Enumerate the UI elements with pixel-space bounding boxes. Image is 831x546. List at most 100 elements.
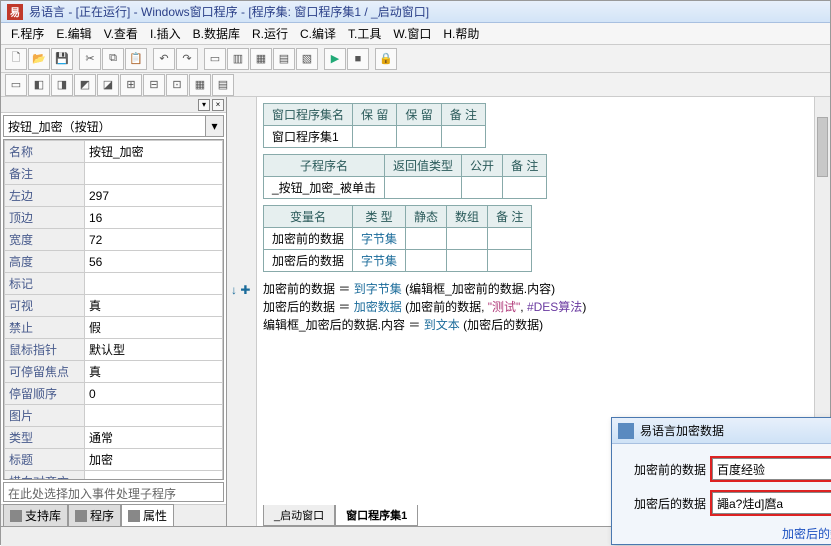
dialog-titlebar[interactable]: 易语言加密数据 ✕ bbox=[612, 418, 831, 444]
tb2-3-icon[interactable]: ◨ bbox=[51, 74, 73, 96]
menu-tool[interactable]: T.工具 bbox=[344, 23, 385, 44]
tab-props[interactable]: 属性 bbox=[121, 504, 174, 526]
prop-row[interactable]: 鼠标指针默认型 bbox=[5, 339, 223, 361]
prop-value[interactable] bbox=[85, 163, 223, 185]
left-tabs: 支持库 程序 属性 bbox=[1, 504, 226, 526]
prop-value[interactable]: 297 bbox=[85, 185, 223, 207]
tb2-4-icon[interactable]: ◩ bbox=[74, 74, 96, 96]
prop-value[interactable]: 按钮_加密 bbox=[85, 141, 223, 163]
prop-row[interactable]: 标记 bbox=[5, 273, 223, 295]
prop-name: 宽度 bbox=[5, 229, 85, 251]
save-icon[interactable]: 💾 bbox=[51, 48, 73, 70]
prop-row[interactable]: 宽度72 bbox=[5, 229, 223, 251]
prop-value[interactable]: 真 bbox=[85, 295, 223, 317]
tab-start-window[interactable]: _启动窗口 bbox=[263, 505, 335, 526]
stop-icon[interactable]: ■ bbox=[347, 48, 369, 70]
tb2-10-icon[interactable]: ▤ bbox=[212, 74, 234, 96]
prop-value[interactable]: 假 bbox=[85, 317, 223, 339]
prop-row[interactable]: 禁止假 bbox=[5, 317, 223, 339]
tb2-5-icon[interactable]: ◪ bbox=[97, 74, 119, 96]
prop-name: 图片 bbox=[5, 405, 85, 427]
prop-value[interactable]: 56 bbox=[85, 251, 223, 273]
menu-db[interactable]: B.数据库 bbox=[189, 23, 244, 44]
dialog-title: 易语言加密数据 bbox=[640, 422, 724, 439]
run-icon[interactable]: ▶ bbox=[324, 48, 346, 70]
toolbar-1: 🗋 📂 💾 ✂ ⧉ 📋 ↶ ↷ ▭ ▥ ▦ ▤ ▧ ▶ ■ 🔒 bbox=[1, 45, 830, 73]
menu-compile[interactable]: C.编译 bbox=[296, 23, 340, 44]
table-assembly[interactable]: 窗口程序集名保 留保 留备 注 窗口程序集1 bbox=[263, 103, 486, 148]
prop-row[interactable]: 类型通常 bbox=[5, 427, 223, 449]
cut-icon[interactable]: ✂ bbox=[79, 48, 101, 70]
copy-icon[interactable]: ⧉ bbox=[102, 48, 124, 70]
menu-help[interactable]: H.帮助 bbox=[439, 23, 483, 44]
paste-icon[interactable]: 📋 bbox=[125, 48, 147, 70]
open-icon[interactable]: 📂 bbox=[28, 48, 50, 70]
menu-run[interactable]: R.运行 bbox=[248, 23, 292, 44]
app-icon: 易 bbox=[7, 4, 23, 20]
prop-value[interactable]: 16 bbox=[85, 207, 223, 229]
prop-row[interactable]: 可停留焦点真 bbox=[5, 361, 223, 383]
prop-row[interactable]: 标题加密 bbox=[5, 449, 223, 471]
tab-assembly1[interactable]: 窗口程序集1 bbox=[335, 505, 418, 526]
panel4-icon[interactable]: ▧ bbox=[296, 48, 318, 70]
pin-icon[interactable]: ▾ bbox=[198, 99, 210, 111]
menubar: F.程序 E.编辑 V.查看 I.插入 B.数据库 R.运行 C.编译 T.工具… bbox=[1, 23, 830, 45]
prop-row[interactable]: 横向对齐方式居中 bbox=[5, 471, 223, 481]
menu-insert[interactable]: I.插入 bbox=[146, 23, 185, 44]
tab-support[interactable]: 支持库 bbox=[3, 504, 68, 526]
new-icon[interactable]: 🗋 bbox=[5, 48, 27, 70]
tb2-8-icon[interactable]: ⊡ bbox=[166, 74, 188, 96]
code-block[interactable]: 加密前的数据 ＝ 到字节集 (编辑框_加密前的数据.内容) 加密后的数据 ＝ 加… bbox=[263, 280, 824, 334]
gutter: ↓ ✚ bbox=[227, 97, 257, 526]
tab-program[interactable]: 程序 bbox=[68, 504, 121, 526]
prop-value[interactable]: 居中 bbox=[85, 471, 223, 481]
prop-row[interactable]: 停留顺序0 bbox=[5, 383, 223, 405]
prop-value[interactable]: 真 bbox=[85, 361, 223, 383]
tb2-1-icon[interactable]: ▭ bbox=[5, 74, 27, 96]
panel3-icon[interactable]: ▤ bbox=[273, 48, 295, 70]
event-hint[interactable]: 在此处选择加入事件处理子程序 bbox=[3, 482, 224, 502]
object-selector[interactable]: ▾ bbox=[3, 115, 224, 137]
tb2-2-icon[interactable]: ◧ bbox=[28, 74, 50, 96]
prop-value[interactable]: 72 bbox=[85, 229, 223, 251]
lock-icon[interactable]: 🔒 bbox=[375, 48, 397, 70]
table-sub[interactable]: 子程序名返回值类型公开备 注 _按钮_加密_被单击 bbox=[263, 154, 547, 199]
undo-icon[interactable]: ↶ bbox=[153, 48, 175, 70]
prop-row[interactable]: 名称按钮_加密 bbox=[5, 141, 223, 163]
prop-row[interactable]: 可视真 bbox=[5, 295, 223, 317]
prop-value[interactable] bbox=[85, 273, 223, 295]
prop-row[interactable]: 顶边16 bbox=[5, 207, 223, 229]
menu-file[interactable]: F.程序 bbox=[7, 23, 48, 44]
tb2-7-icon[interactable]: ⊟ bbox=[143, 74, 165, 96]
object-selector-input[interactable] bbox=[4, 116, 205, 136]
menu-window[interactable]: W.窗口 bbox=[389, 23, 435, 44]
prop-value[interactable]: 0 bbox=[85, 383, 223, 405]
editor-area: ↓ ✚ 窗口程序集名保 留保 留备 注 窗口程序集1 子程序名返回值类型公开备 … bbox=[227, 97, 830, 526]
prop-name: 标题 bbox=[5, 449, 85, 471]
tb2-6-icon[interactable]: ⊞ bbox=[120, 74, 142, 96]
window-icon[interactable]: ▭ bbox=[204, 48, 226, 70]
panel2-icon[interactable]: ▦ bbox=[250, 48, 272, 70]
prop-row[interactable]: 备注 bbox=[5, 163, 223, 185]
tb2-9-icon[interactable]: ▦ bbox=[189, 74, 211, 96]
table-vars[interactable]: 变量名类 型静态数组备 注 加密前的数据字节集 加密后的数据字节集 bbox=[263, 205, 532, 272]
close-panel-icon[interactable]: × bbox=[212, 99, 224, 111]
input-after[interactable] bbox=[712, 492, 831, 514]
menu-view[interactable]: V.查看 bbox=[100, 23, 142, 44]
panel-icon[interactable]: ▥ bbox=[227, 48, 249, 70]
prop-value[interactable] bbox=[85, 405, 223, 427]
prop-value[interactable]: 加密 bbox=[85, 449, 223, 471]
prop-row[interactable]: 高度56 bbox=[5, 251, 223, 273]
code-line: 加密前的数据 ＝ 到字节集 (编辑框_加密前的数据.内容) bbox=[263, 280, 824, 298]
prop-row[interactable]: 左边297 bbox=[5, 185, 223, 207]
prop-name: 标记 bbox=[5, 273, 85, 295]
prop-value[interactable]: 通常 bbox=[85, 427, 223, 449]
menu-edit[interactable]: E.编辑 bbox=[52, 23, 95, 44]
chevron-down-icon[interactable]: ▾ bbox=[205, 116, 223, 136]
prop-name: 名称 bbox=[5, 141, 85, 163]
input-before[interactable] bbox=[712, 458, 831, 480]
prop-row[interactable]: 图片 bbox=[5, 405, 223, 427]
redo-icon[interactable]: ↷ bbox=[176, 48, 198, 70]
property-grid[interactable]: 名称按钮_加密备注左边297顶边16宽度72高度56标记可视真禁止假鼠标指针默认… bbox=[3, 139, 224, 480]
prop-value[interactable]: 默认型 bbox=[85, 339, 223, 361]
